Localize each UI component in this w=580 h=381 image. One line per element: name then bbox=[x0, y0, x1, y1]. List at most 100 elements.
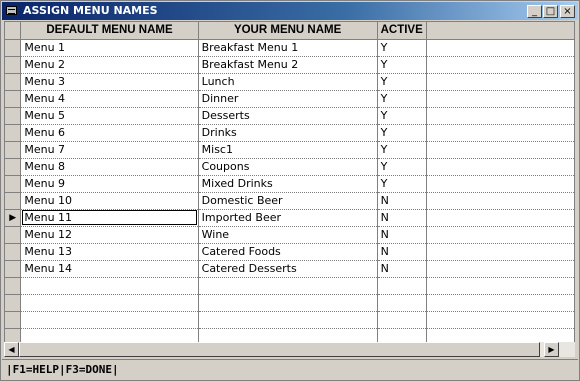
scroll-thumb[interactable] bbox=[19, 342, 540, 357]
current-row-indicator-icon[interactable]: ▶ bbox=[5, 209, 22, 227]
your-menu-name-cell[interactable]: Wine bbox=[198, 226, 378, 244]
scroll-left-arrow-icon[interactable]: ◀ bbox=[4, 342, 19, 357]
row-filler bbox=[426, 124, 574, 142]
your-menu-name-cell[interactable]: Dinner bbox=[198, 90, 378, 108]
your-menu-name-cell[interactable]: Breakfast Menu 1 bbox=[198, 39, 378, 57]
default-menu-name-cell[interactable]: Menu 7 bbox=[20, 141, 199, 159]
row-selector[interactable] bbox=[5, 192, 22, 210]
active-cell[interactable]: N bbox=[377, 192, 427, 210]
row-selector[interactable] bbox=[5, 73, 22, 91]
table-row[interactable]: Menu 2 Breakfast Menu 2Y bbox=[5, 56, 574, 74]
row-selector[interactable] bbox=[5, 226, 22, 244]
active-cell[interactable]: Y bbox=[377, 73, 427, 91]
default-menu-name-cell[interactable] bbox=[20, 311, 199, 329]
your-menu-name-cell[interactable] bbox=[198, 277, 378, 295]
row-selector[interactable] bbox=[5, 90, 22, 108]
default-menu-name-cell[interactable]: Menu 12 bbox=[20, 226, 199, 244]
active-cell[interactable]: Y bbox=[377, 39, 427, 57]
your-menu-name-cell[interactable]: Imported Beer bbox=[198, 209, 378, 227]
active-cell[interactable]: Y bbox=[377, 158, 427, 176]
table-row[interactable]: Menu 1 Breakfast Menu 1Y bbox=[5, 39, 574, 57]
your-menu-name-cell[interactable]: Coupons bbox=[198, 158, 378, 176]
row-selector[interactable] bbox=[5, 294, 22, 312]
table-row[interactable]: Menu 7 Misc1 Y bbox=[5, 141, 574, 159]
table-row[interactable]: Menu 9 Mixed Drinks Y bbox=[5, 175, 574, 193]
window-icon[interactable] bbox=[6, 6, 17, 15]
default-menu-name-cell[interactable]: Menu 2 bbox=[20, 56, 199, 74]
table-row[interactable]: Menu 5 Desserts Y bbox=[5, 107, 574, 125]
active-cell[interactable]: Y bbox=[377, 141, 427, 159]
active-cell[interactable] bbox=[377, 294, 427, 312]
table-row[interactable]: Menu 6 Drinks Y bbox=[5, 124, 574, 142]
active-cell[interactable]: Y bbox=[377, 56, 427, 74]
row-selector[interactable] bbox=[5, 175, 22, 193]
row-selector[interactable] bbox=[5, 243, 22, 261]
horizontal-scrollbar[interactable]: ◀ ▶ bbox=[4, 342, 575, 357]
title-bar[interactable]: ASSIGN MENU NAMES _ □ × bbox=[2, 2, 578, 20]
default-menu-name-cell[interactable]: Menu 3 bbox=[20, 73, 199, 91]
your-menu-name-cell[interactable] bbox=[198, 311, 378, 329]
empty-row[interactable] bbox=[5, 311, 574, 329]
default-menu-name-cell[interactable]: Menu 8 bbox=[20, 158, 199, 176]
active-cell[interactable]: Y bbox=[377, 175, 427, 193]
your-menu-name-cell[interactable]: Catered Foods bbox=[198, 243, 378, 261]
active-cell[interactable]: N bbox=[377, 243, 427, 261]
active-cell[interactable]: Y bbox=[377, 124, 427, 142]
active-cell[interactable]: Y bbox=[377, 90, 427, 108]
your-menu-name-cell[interactable]: Lunch bbox=[198, 73, 378, 91]
row-selector[interactable] bbox=[5, 124, 22, 142]
row-selector[interactable] bbox=[5, 141, 22, 159]
column-header-default-menu-name[interactable]: DEFAULT MENU NAME bbox=[20, 22, 199, 40]
table-row[interactable]: Menu 13 Catered Foods N bbox=[5, 243, 574, 261]
your-menu-name-cell[interactable]: Drinks bbox=[198, 124, 378, 142]
default-menu-name-cell[interactable]: Menu 6 bbox=[20, 124, 199, 142]
active-cell[interactable]: Y bbox=[377, 107, 427, 125]
table-row[interactable]: Menu 14 Catered Desserts N bbox=[5, 260, 574, 278]
maximize-button[interactable]: □ bbox=[543, 5, 558, 18]
active-cell[interactable] bbox=[377, 311, 427, 329]
row-selector[interactable] bbox=[5, 56, 22, 74]
row-selector[interactable] bbox=[5, 107, 22, 125]
your-menu-name-cell[interactable]: Catered Desserts bbox=[198, 260, 378, 278]
minimize-button[interactable]: _ bbox=[527, 5, 542, 18]
scroll-right-arrow-icon[interactable]: ▶ bbox=[544, 342, 559, 357]
default-menu-name-cell[interactable]: Menu 13 bbox=[20, 243, 199, 261]
status-bar: |F1=HELP|F3=DONE| bbox=[2, 359, 578, 380]
active-cell[interactable]: N bbox=[377, 226, 427, 244]
table-row[interactable]: Menu 12 Wine N bbox=[5, 226, 574, 244]
your-menu-name-cell[interactable]: Breakfast Menu 2 bbox=[198, 56, 378, 74]
table-row[interactable]: Menu 10 Domestic Beer N bbox=[5, 192, 574, 210]
empty-row[interactable] bbox=[5, 277, 574, 295]
table-row[interactable]: Menu 8 Coupons Y bbox=[5, 158, 574, 176]
default-menu-name-cell[interactable]: Menu 14 bbox=[20, 260, 199, 278]
default-menu-name-cell[interactable] bbox=[20, 294, 199, 312]
your-menu-name-cell[interactable]: Domestic Beer bbox=[198, 192, 378, 210]
default-menu-name-cell[interactable]: Menu 4 bbox=[20, 90, 199, 108]
default-menu-name-cell[interactable]: Menu 11 bbox=[20, 209, 199, 227]
default-menu-name-cell[interactable]: Menu 5 bbox=[20, 107, 199, 125]
row-selector[interactable] bbox=[5, 277, 22, 295]
active-cell[interactable]: N bbox=[377, 260, 427, 278]
your-menu-name-cell[interactable]: Desserts bbox=[198, 107, 378, 125]
row-selector[interactable] bbox=[5, 311, 22, 329]
your-menu-name-cell[interactable]: Misc1 bbox=[198, 141, 378, 159]
your-menu-name-cell[interactable] bbox=[198, 294, 378, 312]
close-button[interactable]: × bbox=[560, 5, 575, 18]
default-menu-name-cell[interactable]: Menu 9 bbox=[20, 175, 199, 193]
table-row[interactable]: ▶ Menu 11 Imported Beer N bbox=[5, 209, 574, 227]
column-header-active[interactable]: ACTIVE bbox=[377, 22, 427, 40]
row-selector[interactable] bbox=[5, 158, 22, 176]
default-menu-name-cell[interactable] bbox=[20, 277, 199, 295]
table-row[interactable]: Menu 3 Lunch Y bbox=[5, 73, 574, 91]
column-header-your-menu-name[interactable]: YOUR MENU NAME bbox=[198, 22, 378, 40]
active-cell[interactable] bbox=[377, 277, 427, 295]
active-cell[interactable]: N bbox=[377, 209, 427, 227]
row-selector[interactable] bbox=[5, 260, 22, 278]
empty-row[interactable] bbox=[5, 294, 574, 312]
default-menu-name-cell[interactable]: Menu 10 bbox=[20, 192, 199, 210]
default-menu-name-cell[interactable]: Menu 1 bbox=[20, 39, 199, 57]
header-filler bbox=[426, 22, 574, 40]
table-row[interactable]: Menu 4 Dinner Y bbox=[5, 90, 574, 108]
your-menu-name-cell[interactable]: Mixed Drinks bbox=[198, 175, 378, 193]
row-selector[interactable] bbox=[5, 39, 22, 57]
